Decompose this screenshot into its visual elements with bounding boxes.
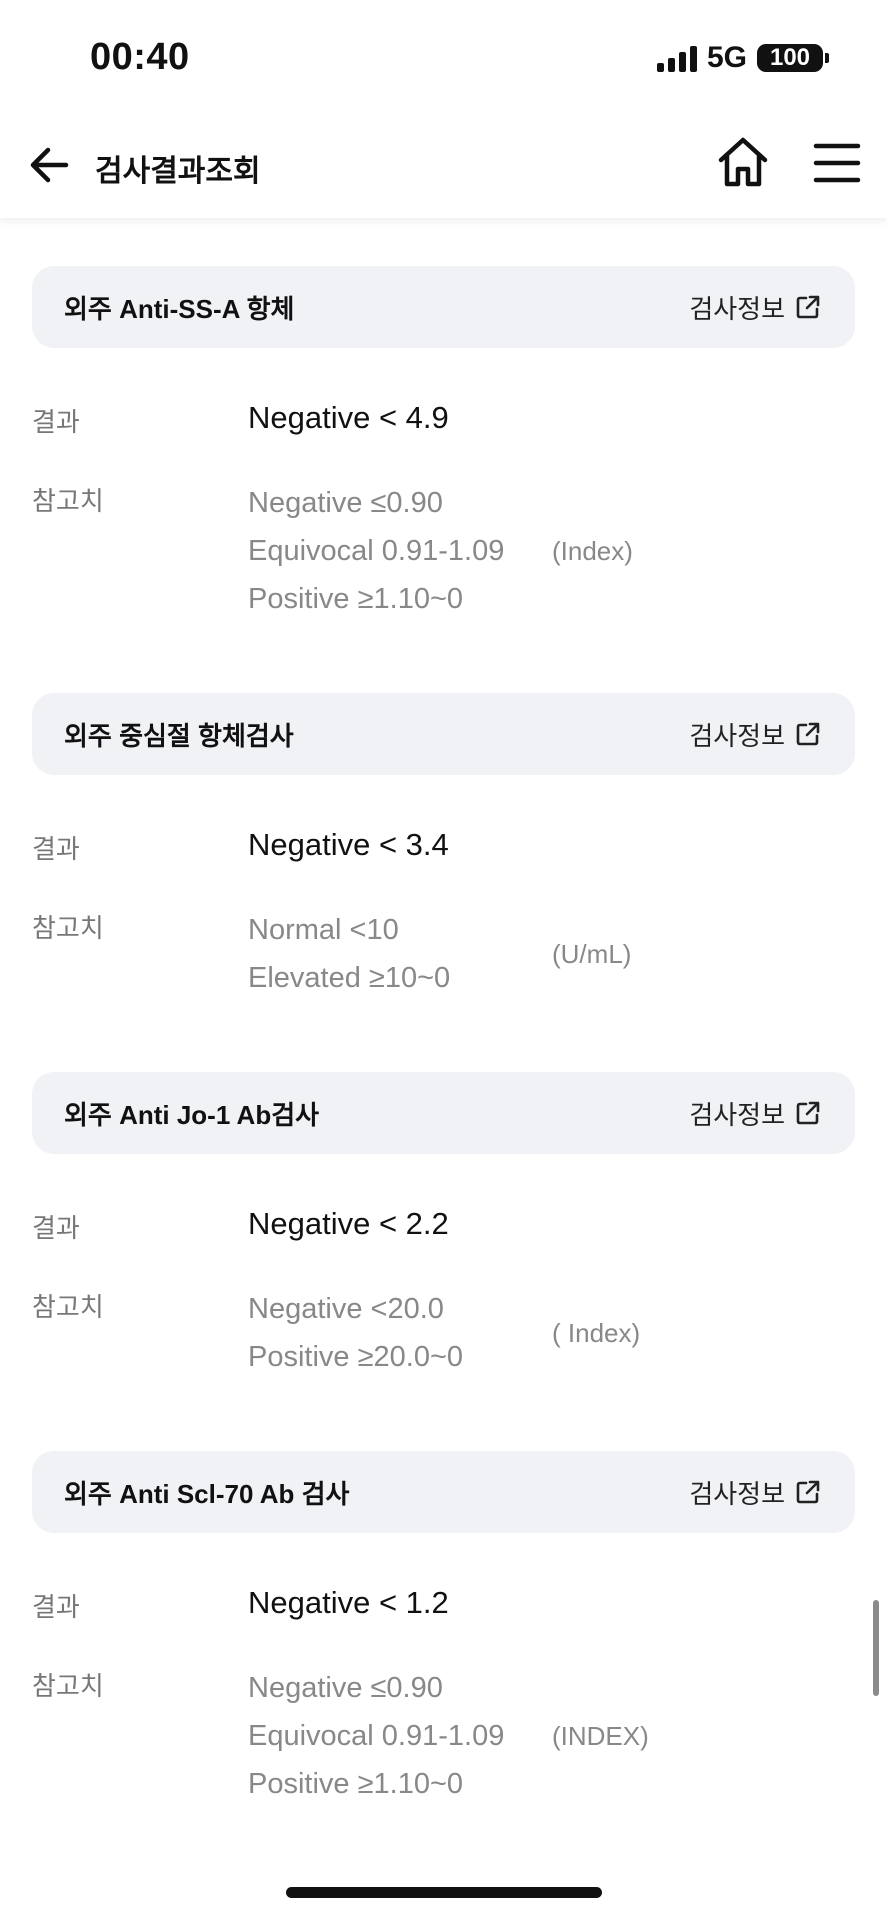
hamburger-menu-icon <box>813 143 861 183</box>
result-label: 결과 <box>32 407 80 437</box>
test-results-list: 외주 Anti-SS-A 항체 검사정보 결과 Negative < 4.9 참… <box>32 266 855 1878</box>
reference-row: 참고치 Normal <10 Elevated ≥10~0 (U/mL) <box>32 906 855 1002</box>
result-value: Negative < 2.2 <box>248 1206 449 1241</box>
reference-unit: (INDEX) <box>552 1720 649 1751</box>
result-row: 결과 Negative < 4.9 <box>32 400 855 439</box>
test-info-label: 검사정보 <box>689 293 785 324</box>
back-button[interactable] <box>26 140 76 190</box>
result-value: Negative < 4.9 <box>248 400 449 435</box>
menu-button[interactable] <box>812 138 862 188</box>
reference-values: Normal <10 Elevated ≥10~0 <box>248 906 552 1002</box>
app-header: 검사결과조회 <box>0 118 887 218</box>
test-header: 외주 Anti Jo-1 Ab검사 검사정보 <box>32 1072 855 1154</box>
battery-level: 100 <box>769 44 811 71</box>
test-name: 외주 Anti-SS-A 항체 <box>64 293 295 324</box>
reference-line: Elevated ≥10~0 <box>248 962 451 994</box>
reference-label: 참고치 <box>32 1671 104 1701</box>
reference-label: 참고치 <box>32 1292 104 1322</box>
arrow-left-icon <box>30 147 69 183</box>
result-row: 결과 Negative < 3.4 <box>32 827 855 866</box>
test-name: 외주 Anti Scl-70 Ab 검사 <box>64 1478 350 1509</box>
reference-unit: ( Index) <box>552 1317 641 1348</box>
external-link-icon <box>796 295 820 319</box>
reference-row: 참고치 Negative ≤0.90 Equivocal 0.91-1.09 P… <box>32 479 855 623</box>
reference-line: Normal <10 <box>248 914 399 946</box>
reference-line: Positive ≥1.10~0 <box>248 583 464 615</box>
reference-line: Positive ≥20.0~0 <box>248 1341 464 1373</box>
test-result-card: 외주 Anti-SS-A 항체 검사정보 결과 Negative < 4.9 참… <box>32 266 855 623</box>
reference-unit: (Index) <box>552 535 633 566</box>
home-indicator[interactable] <box>286 1887 602 1898</box>
result-value: Negative < 1.2 <box>248 1585 449 1620</box>
status-bar: 00:40 5G 100 <box>0 0 887 118</box>
reference-line: Negative ≤0.90 <box>248 487 443 519</box>
reference-values: Negative ≤0.90 Equivocal 0.91-1.09 Posit… <box>248 1664 552 1808</box>
reference-values: Negative <20.0 Positive ≥20.0~0 <box>248 1285 552 1381</box>
reference-values: Negative ≤0.90 Equivocal 0.91-1.09 Posit… <box>248 479 552 623</box>
test-info-link[interactable]: 검사정보 <box>689 716 821 753</box>
test-info-label: 검사정보 <box>689 720 785 751</box>
result-label: 결과 <box>32 1213 80 1243</box>
test-info-label: 검사정보 <box>689 1478 785 1509</box>
test-name: 외주 Anti Jo-1 Ab검사 <box>64 1099 320 1130</box>
network-type: 5G <box>706 41 747 74</box>
reference-row: 참고치 Negative <20.0 Positive ≥20.0~0 ( In… <box>32 1285 855 1381</box>
reference-line: Negative ≤0.90 <box>248 1672 443 1704</box>
result-value: Negative < 3.4 <box>248 827 449 862</box>
status-indicators: 5G 100 <box>656 41 829 74</box>
test-result-card: 외주 중심절 항체검사 검사정보 결과 Negative < 3.4 참고치 N… <box>32 693 855 1002</box>
reference-line: Positive ≥1.10~0 <box>248 1768 464 1800</box>
status-time: 00:40 <box>90 36 190 78</box>
reference-line: Equivocal 0.91-1.09 <box>248 1720 505 1752</box>
page-title: 검사결과조회 <box>95 155 261 188</box>
test-info-link[interactable]: 검사정보 <box>689 1474 821 1511</box>
reference-label: 참고치 <box>32 486 104 516</box>
test-name: 외주 중심절 항체검사 <box>64 720 294 751</box>
test-header: 외주 Anti-SS-A 항체 검사정보 <box>32 266 855 348</box>
external-link-icon <box>796 722 820 746</box>
test-info-link[interactable]: 검사정보 <box>689 289 821 326</box>
result-row: 결과 Negative < 2.2 <box>32 1206 855 1245</box>
battery-tip <box>825 53 829 63</box>
external-link-icon <box>796 1480 820 1504</box>
test-info-label: 검사정보 <box>689 1099 785 1130</box>
home-button[interactable] <box>715 134 771 190</box>
battery-icon: 100 <box>757 44 823 72</box>
reference-unit: (U/mL) <box>552 938 632 969</box>
reference-row: 참고치 Negative ≤0.90 Equivocal 0.91-1.09 P… <box>32 1664 855 1808</box>
cellular-signal-icon <box>656 44 697 72</box>
test-header: 외주 중심절 항체검사 검사정보 <box>32 693 855 775</box>
scrollbar[interactable] <box>873 1600 879 1696</box>
test-result-card: 외주 Anti Jo-1 Ab검사 검사정보 결과 Negative < 2.2… <box>32 1072 855 1381</box>
home-icon <box>718 137 768 187</box>
result-label: 결과 <box>32 1592 80 1622</box>
reference-label: 참고치 <box>32 913 104 943</box>
reference-line: Negative <20.0 <box>248 1293 444 1325</box>
external-link-icon <box>796 1101 820 1125</box>
result-label: 결과 <box>32 834 80 864</box>
test-result-card: 외주 Anti Scl-70 Ab 검사 검사정보 결과 Negative < … <box>32 1451 855 1808</box>
result-row: 결과 Negative < 1.2 <box>32 1585 855 1624</box>
test-header: 외주 Anti Scl-70 Ab 검사 검사정보 <box>32 1451 855 1533</box>
reference-line: Equivocal 0.91-1.09 <box>248 535 505 567</box>
test-info-link[interactable]: 검사정보 <box>689 1095 821 1132</box>
